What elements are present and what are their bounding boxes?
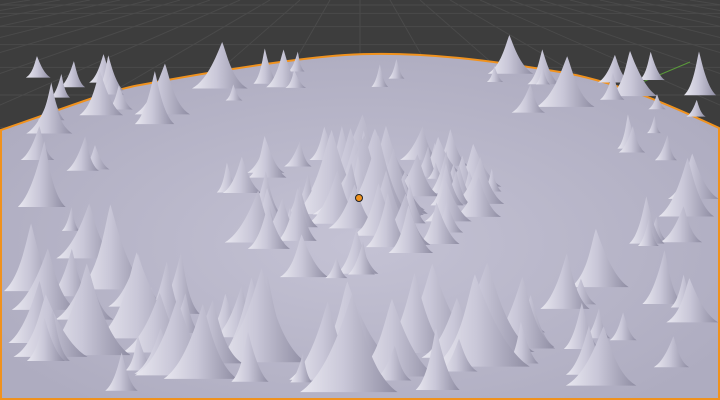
grid-line (0, 0, 151, 38)
object-origin-icon (355, 194, 363, 202)
terrain-peak (25, 56, 51, 78)
grid-line (569, 0, 720, 38)
grid-line (0, 0, 31, 6)
grid-line (689, 0, 720, 6)
viewport-canvas[interactable] (0, 0, 720, 400)
terrain-peak (639, 51, 665, 81)
3d-viewport[interactable] (0, 0, 720, 400)
terrain-peak (60, 61, 86, 88)
terrain-peak (683, 51, 717, 96)
